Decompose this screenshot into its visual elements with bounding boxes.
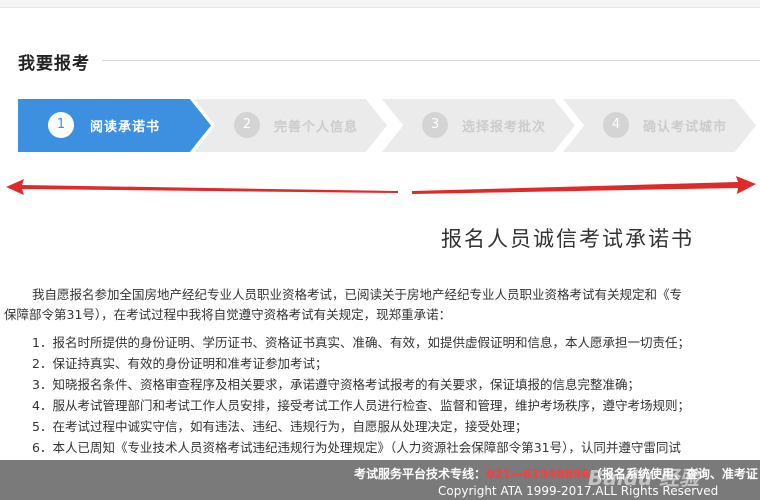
pledge-item: 6．本人已周知《专业技术人员资格考试违纪违规行为处理规定》（人力资源社会保障部令… <box>32 440 681 455</box>
step-select-batch[interactable]: 3 选择报考批次 <box>382 99 575 152</box>
pledge-item: 2．保证持真实、有效的身份证明和准考证参加考试； <box>32 356 328 371</box>
document-title: 报名人员诚信考试承诺书 <box>441 227 694 251</box>
step-read-pledge[interactable]: 1 阅读承诺书 <box>18 99 211 152</box>
step-number-1: 1 <box>48 112 74 138</box>
pledge-item: 5．在考试过程中诚实守信，如有违法、违纪、违规行为，自愿服从处理决定，接受处理； <box>32 419 528 434</box>
title-divider <box>102 60 760 61</box>
step-label-1: 阅读承诺书 <box>90 120 161 135</box>
step-confirm-city[interactable]: 4 确认考试城市 <box>563 99 756 152</box>
hotline-label: 考试服务平台技术专线： <box>354 467 487 481</box>
step-number-3: 3 <box>422 112 448 138</box>
annotation-arrows <box>6 176 756 195</box>
hotline-number: 021—61948896 <box>486 467 590 481</box>
step-label-4: 确认考试城市 <box>643 120 728 135</box>
baidu-watermark: Baidu 经验 <box>588 466 700 490</box>
pledge-item: 1．报名时所提供的身份证明、学历证书、资格证书真实、准确、有效，如提供虚假证明和… <box>32 335 690 350</box>
intro-line-1: 我自愿报名参加全国房地产经纪专业人员职业资格考试，已阅读关于房地产经纪专业人员职… <box>32 287 683 302</box>
intro-line-2: 保障部令第31号），在考试过程中我将自觉遵守资格考试有关规定，现郑重承诺： <box>4 307 452 322</box>
step-number-4: 4 <box>603 112 629 138</box>
page-title: 我要报考 <box>18 54 90 74</box>
step-number-2: 2 <box>234 112 260 138</box>
step-personal-info[interactable]: 2 完善个人信息 <box>194 99 387 152</box>
step-label-3: 选择报考批次 <box>462 120 547 135</box>
pledge-item: 4．服从考试管理部门和考试工作人员安排，接受考试工作人员进行检查、监督和管理，维… <box>32 398 690 413</box>
progress-steps: 1 阅读承诺书 2 完善个人信息 3 选择报考批次 4 确认考试城市 <box>18 99 760 152</box>
pledge-item: 3．知晓报名条件、资格审查程序及相关要求，承诺遵守资格考试报考的有关要求，保证填… <box>32 377 640 392</box>
right-arrow-icon <box>412 176 756 194</box>
step-label-2: 完善个人信息 <box>274 120 359 135</box>
top-strip <box>0 0 760 8</box>
left-arrow-icon <box>6 179 398 195</box>
